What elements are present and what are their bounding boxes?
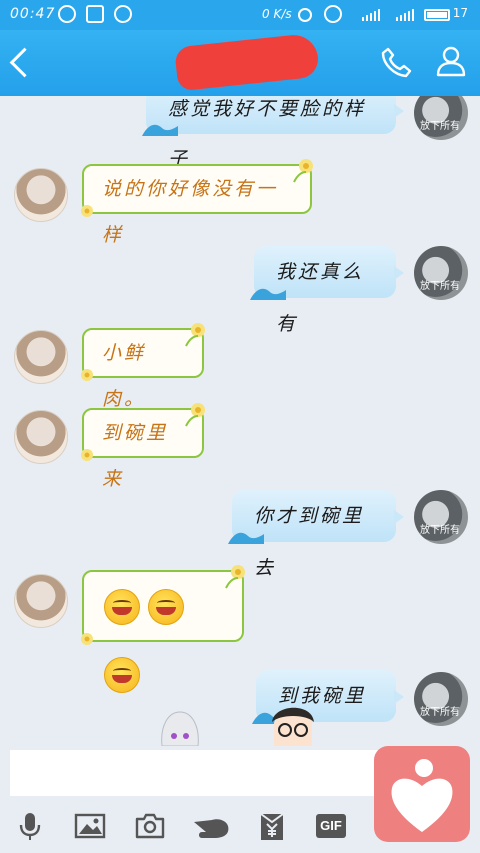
my-avatar[interactable]: 放下所有 — [414, 490, 468, 544]
avatar-watermark: 放下所有 — [420, 525, 460, 536]
flower-decoration-icon — [81, 633, 93, 645]
message-text: 小鲜肉。 — [102, 342, 147, 410]
message-list[interactable]: 感觉我好不要脸的样子 放下所有 说的你好像没有一样 我还真么有 放下所有 小鲜肉… — [0, 96, 480, 746]
signal-icon — [362, 9, 380, 21]
message-text: 你才到碗里去 — [254, 505, 365, 579]
boy-sticker-icon — [272, 707, 314, 746]
phone-icon[interactable] — [380, 46, 412, 78]
my-avatar[interactable]: 放下所有 — [414, 96, 468, 140]
flower-decoration-icon — [185, 323, 205, 347]
wave-decoration-icon — [142, 124, 178, 136]
avatar-watermark: 放下所有 — [420, 281, 460, 292]
my-avatar[interactable]: 放下所有 — [414, 672, 468, 726]
image-icon[interactable] — [74, 810, 106, 842]
status-time: 00:47 — [10, 6, 56, 22]
contact-avatar[interactable] — [14, 168, 68, 222]
message-bubble[interactable]: 说的你好像没有一样 — [81, 159, 313, 246]
avatar-watermark: 放下所有 — [420, 121, 460, 132]
contact-avatar[interactable] — [14, 410, 68, 464]
flower-decoration-icon — [81, 369, 93, 381]
back-icon[interactable] — [9, 47, 40, 78]
app-notification-icon — [58, 5, 76, 23]
gif-icon[interactable]: GIF — [316, 814, 346, 838]
flower-decoration-icon — [293, 159, 313, 183]
pause-notification-icon — [114, 5, 132, 23]
flower-decoration-icon — [81, 205, 93, 217]
chat-header — [0, 30, 480, 96]
net-speed: 0 K/s — [262, 7, 292, 21]
message-text: 说的你好像没有一样 — [102, 178, 279, 246]
my-avatar[interactable]: 放下所有 — [414, 246, 468, 300]
message-bubble[interactable]: 我还真么有 — [250, 246, 404, 335]
laughing-emoji-icon — [148, 588, 184, 625]
flower-decoration-icon — [81, 449, 93, 461]
message-input[interactable] — [10, 750, 378, 796]
message-bubble[interactable] — [81, 565, 245, 693]
avatar-watermark: 放下所有 — [420, 707, 460, 718]
signal-4g-icon — [396, 9, 414, 21]
alarm-icon — [324, 5, 342, 23]
message-text: 感觉我好不要脸的样子 — [168, 98, 367, 170]
message-text: 我还真么有 — [276, 261, 365, 335]
anime-sticker-icon — [161, 711, 199, 746]
mute-icon — [298, 8, 312, 22]
message-bubble[interactable]: 你才到碗里去 — [228, 490, 404, 579]
message-text: 到碗里来 — [102, 422, 169, 490]
message-bubble[interactable]: 感觉我好不要脸的样子 — [142, 96, 404, 170]
wave-decoration-icon — [250, 288, 286, 300]
contact-avatar[interactable] — [14, 330, 68, 384]
profile-icon[interactable] — [434, 44, 468, 78]
wave-decoration-icon — [228, 532, 264, 544]
message-bubble[interactable]: 到碗里来 — [81, 403, 205, 490]
image-notification-icon — [86, 5, 104, 23]
message-bubble[interactable]: 小鲜肉。 — [81, 323, 205, 410]
laughing-emoji-icon — [104, 588, 140, 625]
mic-icon[interactable] — [14, 810, 46, 842]
status-bar: 00:47 0 K/s 17 — [0, 0, 480, 30]
heart-icon — [391, 759, 453, 832]
flower-decoration-icon — [225, 565, 245, 589]
contact-avatar[interactable] — [14, 574, 68, 628]
battery-icon — [424, 9, 450, 21]
laughing-emoji-icon — [104, 656, 140, 693]
heart-badge[interactable] — [374, 746, 470, 842]
camera-icon[interactable] — [134, 810, 166, 842]
redacted-contact-name — [174, 32, 320, 92]
flower-decoration-icon — [185, 403, 205, 427]
hand-icon[interactable] — [192, 810, 232, 842]
red-packet-icon[interactable] — [256, 810, 288, 842]
battery-level: 17 — [452, 6, 468, 20]
